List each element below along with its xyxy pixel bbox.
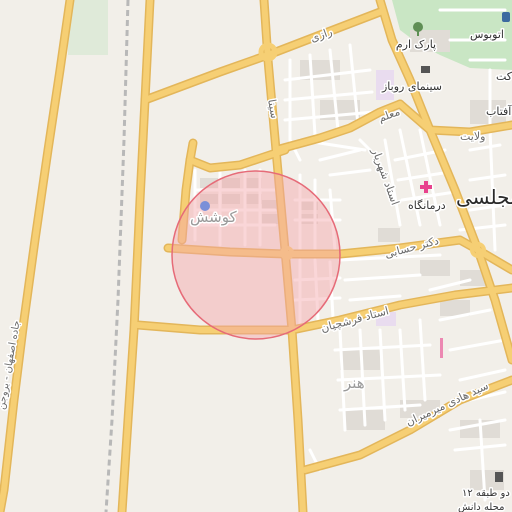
road-label-velayat: ولایت <box>460 130 485 143</box>
hospital-marker-icon <box>440 338 443 358</box>
green-strip <box>68 0 108 55</box>
clinic-label: درمانگاه <box>408 199 446 212</box>
map-canvas[interactable]: پارک ارم اتوبوس کت سینمای روباز آفتاب را… <box>0 0 512 512</box>
clip-label-kat: کت <box>496 70 512 83</box>
park-label: پارک ارم <box>396 38 436 51</box>
highlight-circle[interactable] <box>171 170 341 340</box>
building-label: دو طبقه ۱۲ <box>462 488 510 499</box>
bus-icon[interactable] <box>502 12 510 22</box>
cinema-icon[interactable] <box>421 66 430 73</box>
building-icon[interactable] <box>495 472 503 482</box>
map-view[interactable]: پارک ارم اتوبوس کت سینمای روباز آفتاب را… <box>0 0 512 512</box>
cinema-label: سینمای روباز <box>381 80 442 93</box>
neighborhood-label-danesh: محله دانش <box>458 502 504 512</box>
bus-label: اتوبوس <box>470 28 504 41</box>
district-label-honar: هنر <box>343 374 365 392</box>
district-label-kooshesh: کوشش <box>190 208 237 226</box>
clip-label-aftab: آفتاب <box>486 104 512 118</box>
district-label-majlesi: مجلسی <box>456 185 512 209</box>
